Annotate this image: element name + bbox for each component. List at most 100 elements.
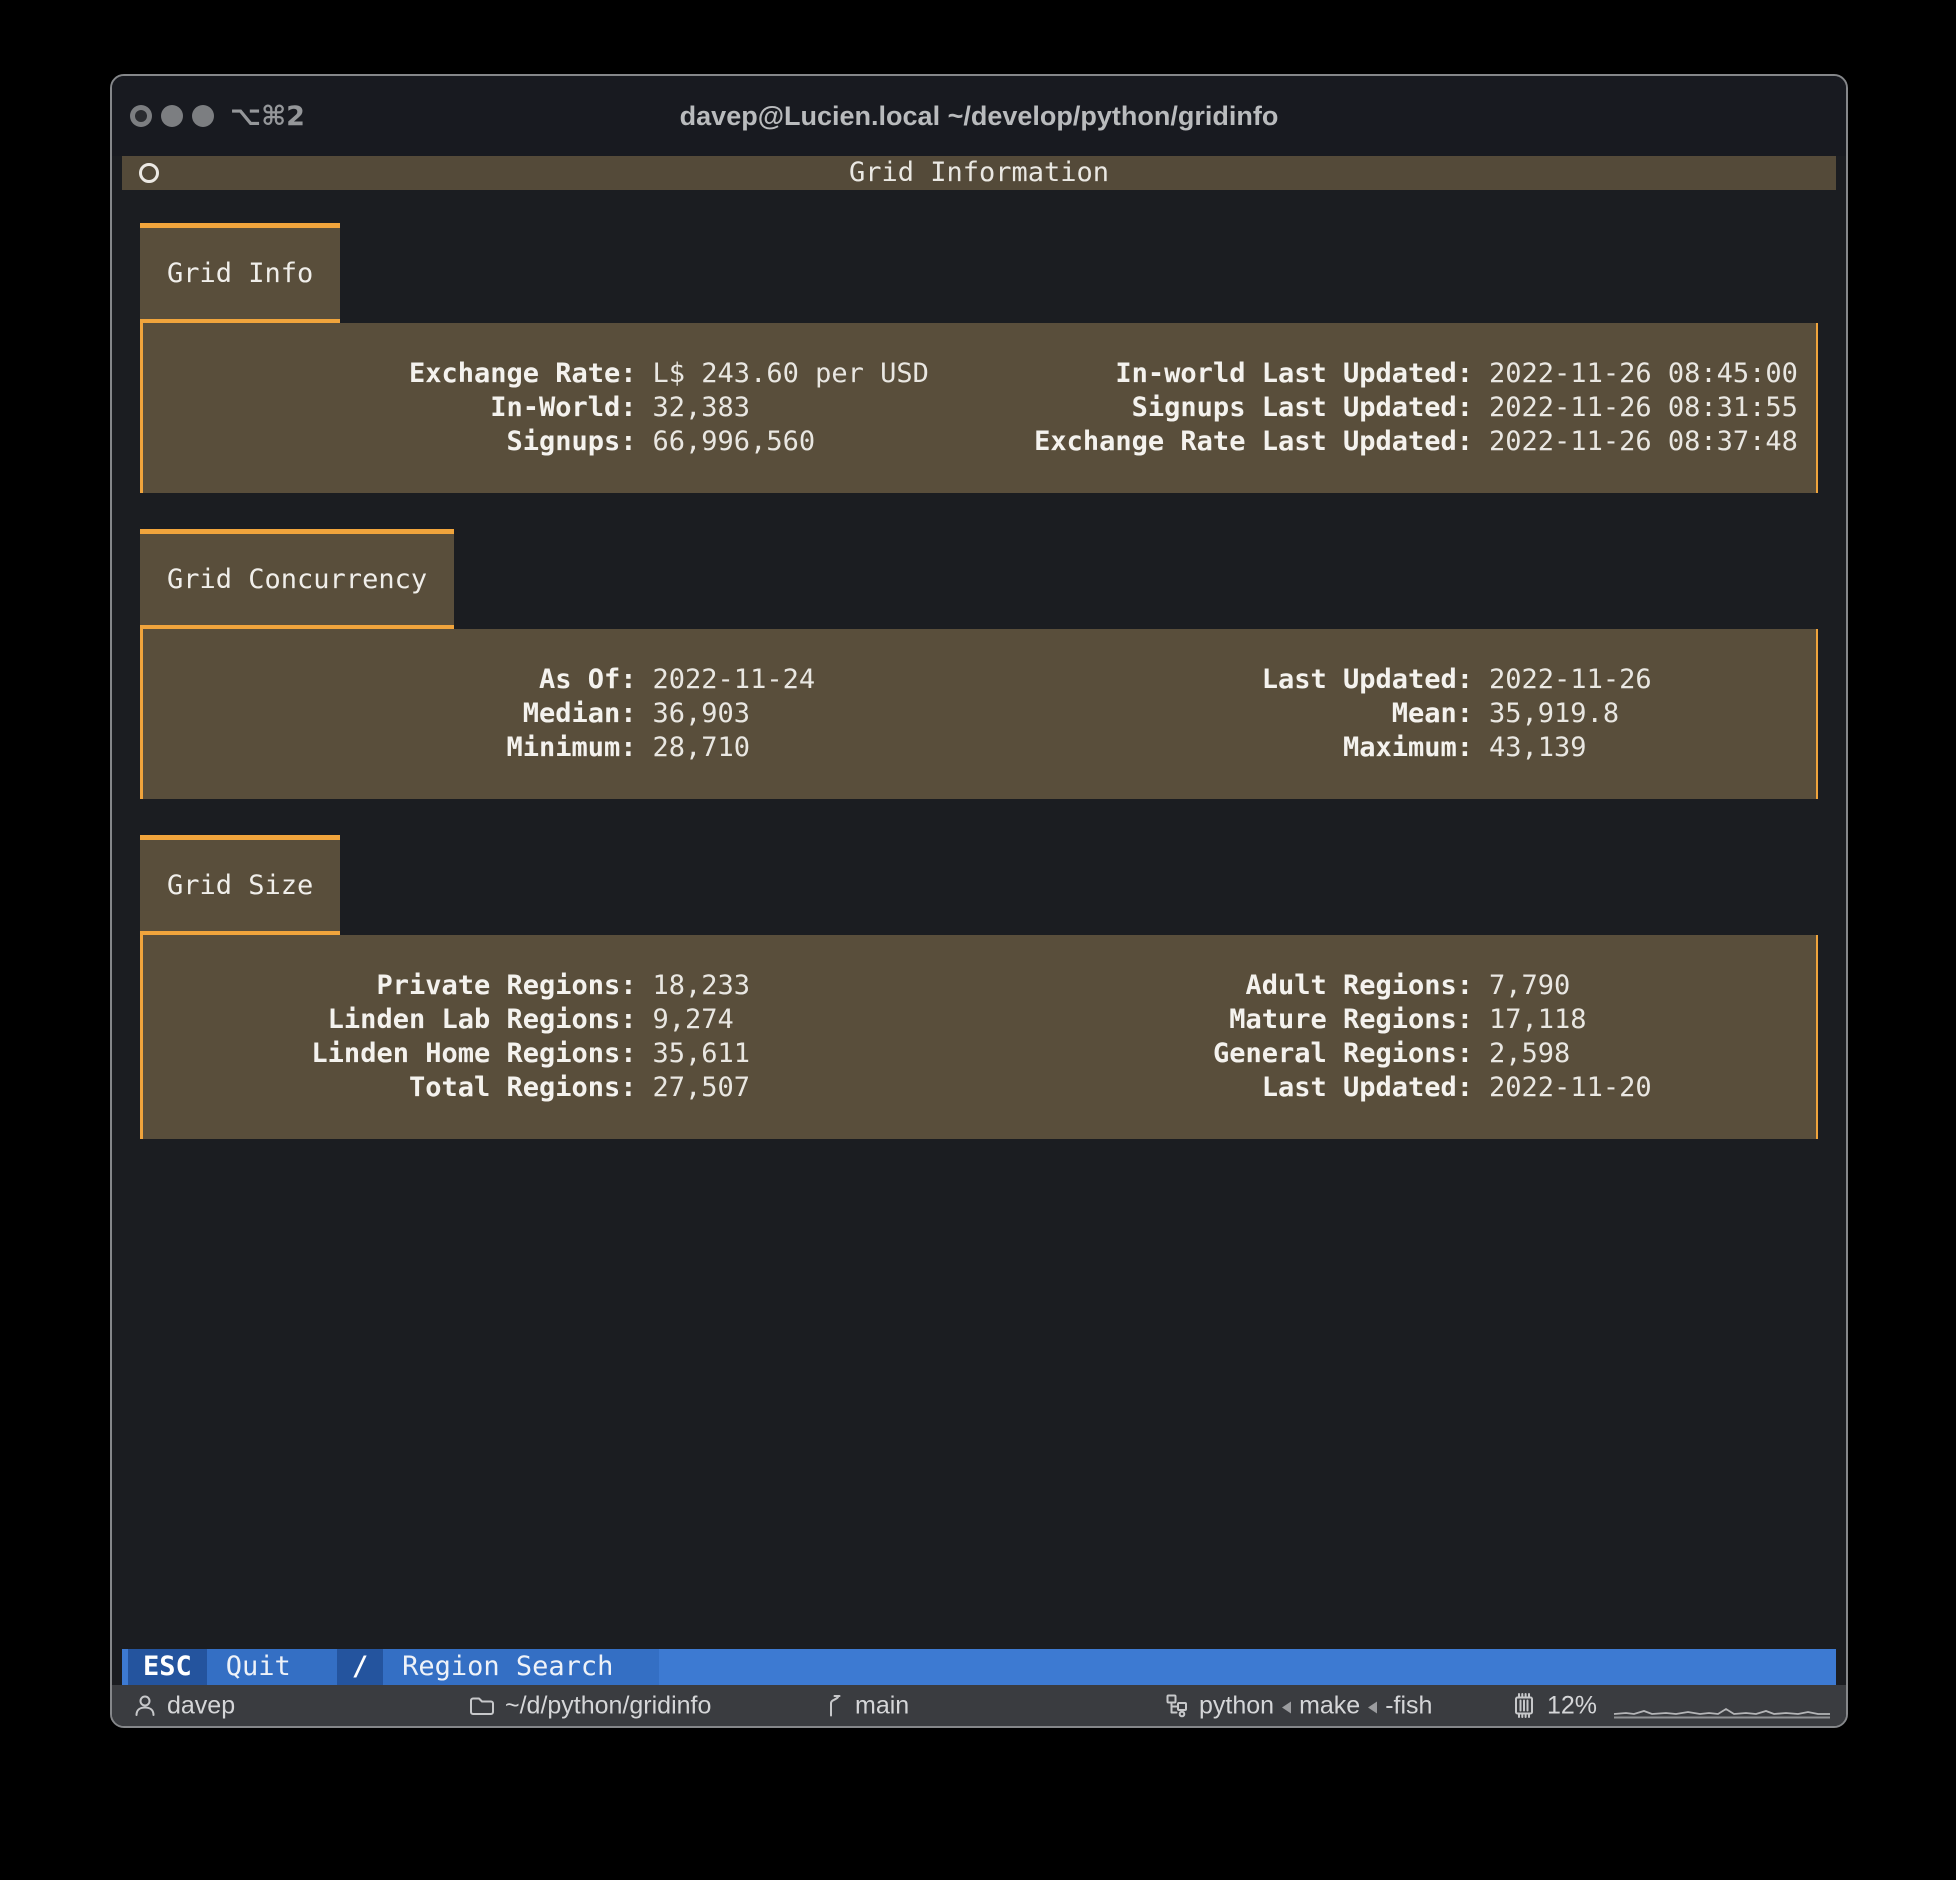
field-row-in-world-last-updated: In-world Last Updated: 2022-11-26 08:45:0… <box>980 357 1817 391</box>
statusbar-git: main <box>824 1691 909 1720</box>
field-label: Exchange Rate Last Updated: <box>980 425 1474 459</box>
panel-grid-info: Exchange Rate: L$ 243.60 per USD In-World:… <box>140 323 1818 493</box>
field-label: General Regions: <box>980 1037 1474 1071</box>
field-row-minimum: Minimum:28,710 <box>143 731 980 765</box>
field-label: In-World: <box>143 391 637 425</box>
statusbar-cpu-graph <box>1612 1690 1832 1722</box>
tab-label: Grid Size <box>167 869 313 903</box>
cpu-sparkline <box>1612 1690 1832 1722</box>
field-value: 2022-11-26 08:45:00 <box>1489 357 1798 391</box>
footer-action-region-search[interactable]: Region Search <box>383 1649 659 1685</box>
status-bar: davep ~/d/python/gridinfo main <box>112 1685 1846 1726</box>
field-label: In-world Last Updated: <box>980 357 1474 391</box>
field-row-last-updated: Last Updated: 2022-11-26 <box>980 663 1817 697</box>
field-label: Signups Last Updated: <box>980 391 1474 425</box>
field-row-exchange-rate-last-updated: Exchange Rate Last Updated:2022-11-26 08… <box>980 425 1817 459</box>
field-label: Maximum: <box>980 731 1474 765</box>
field-label: Last Updated: <box>980 663 1474 697</box>
field-value: 35,611 <box>653 1037 751 1071</box>
field-label: Linden Lab Regions: <box>143 1003 637 1037</box>
panel-section-grid-info: Grid Info Exchange Rate: L$ 243.60 per USD… <box>122 223 1836 493</box>
app-header: Grid Information <box>122 156 1836 190</box>
field-label: Linden Home Regions: <box>143 1037 637 1071</box>
field-row-exchange-rate: Exchange Rate: L$ 243.60 per USD <box>143 357 980 391</box>
process-separator-icon <box>1282 1701 1291 1713</box>
tab-grid-concurrency[interactable]: Grid Concurrency <box>140 529 454 629</box>
panel-column: Last Updated:2022-11-26Mean:35,919.8Maxi… <box>980 663 1817 765</box>
field-value: 2,598 <box>1489 1037 1570 1071</box>
field-value: 66,996,560 <box>653 425 816 459</box>
process-separator-icon <box>1368 1701 1377 1713</box>
field-label: As Of: <box>143 663 637 697</box>
field-row-signups-last-updated: Signups Last Updated: 2022-11-26 08:31:55 <box>980 391 1817 425</box>
panel-column: In-world Last Updated: 2022-11-26 08:45:0… <box>980 357 1817 459</box>
field-label: Exchange Rate: <box>143 357 637 391</box>
user-name: davep <box>167 1691 235 1720</box>
keybinding-footer: ESCQuit/Region Search <box>122 1649 1836 1685</box>
footer-key-esc[interactable]: ESC <box>128 1649 207 1685</box>
tab-grid-info[interactable]: Grid Info <box>140 223 340 323</box>
field-value: 36,903 <box>653 697 751 731</box>
field-label: Mean: <box>980 697 1474 731</box>
footer-action-quit[interactable]: Quit <box>207 1649 337 1685</box>
tab-label: Grid Info <box>167 257 313 291</box>
field-row-general-regions: General Regions: 2,598 <box>980 1037 1817 1071</box>
panel-grid-concurrency: As Of: 2022-11-24Median:36,903Minimum:28,… <box>140 629 1818 799</box>
field-row-signups: Signups: 66,996,560 <box>143 425 980 459</box>
field-value: L$ 243.60 per USD <box>653 357 929 391</box>
field-row-as-of: As Of: 2022-11-24 <box>143 663 980 697</box>
panel-column: As Of: 2022-11-24Median:36,903Minimum:28,… <box>143 663 980 765</box>
field-value: 9,274 <box>653 1003 734 1037</box>
directory-path: ~/d/python/gridinfo <box>505 1691 711 1720</box>
panel-grid-size: Private Regions:18,233Linden Lab Regions… <box>140 935 1818 1139</box>
field-row-linden-lab-regions: Linden Lab Regions: 9,274 <box>143 1003 980 1037</box>
field-value: 28,710 <box>653 731 751 765</box>
field-value: 17,118 <box>1489 1003 1587 1037</box>
statusbar-user: davep <box>132 1691 235 1720</box>
empty-area <box>122 1139 1836 1649</box>
panel-column: Adult Regions: 7,790 Mature Regions: 17,118… <box>980 969 1817 1105</box>
field-row-median: Median:36,903 <box>143 697 980 731</box>
field-label: Adult Regions: <box>980 969 1474 1003</box>
process-list: pythonmake-fish <box>1199 1691 1432 1720</box>
panel-column: Exchange Rate: L$ 243.60 per USD In-World:… <box>143 357 980 459</box>
process-name: python <box>1199 1691 1274 1719</box>
field-value: 2022-11-20 <box>1489 1071 1652 1105</box>
terminal-window: ⌥⌘2 davep@Lucien.local ~/develop/python/… <box>110 74 1848 1728</box>
cpu-percentage: 12% <box>1547 1691 1597 1720</box>
window-title: davep@Lucien.local ~/develop/python/grid… <box>112 76 1846 156</box>
field-value: 2022-11-24 <box>653 663 816 697</box>
field-label: Private Regions: <box>143 969 637 1003</box>
git-branch-icon <box>824 1693 846 1719</box>
terminal-content: Grid Information Grid Info Exchange Rate:… <box>112 156 1846 1685</box>
statusbar-cpu: 12% <box>1510 1691 1597 1720</box>
tab-label: Grid Concurrency <box>167 563 427 597</box>
field-value: 7,790 <box>1489 969 1570 1003</box>
field-value: 2022-11-26 <box>1489 663 1652 697</box>
field-row-adult-regions: Adult Regions: 7,790 <box>980 969 1817 1003</box>
processes-icon <box>1164 1693 1190 1719</box>
field-row-private-regions: Private Regions: 18,233 <box>143 969 980 1003</box>
field-row-linden-home-regions: Linden Home Regions: 35,611 <box>143 1037 980 1071</box>
field-row-mature-regions: Mature Regions: 17,118 <box>980 1003 1817 1037</box>
field-row-maximum: Maximum: 43,139 <box>980 731 1817 765</box>
tab-grid-size[interactable]: Grid Size <box>140 835 340 935</box>
window-titlebar: ⌥⌘2 davep@Lucien.local ~/develop/python/… <box>112 76 1846 156</box>
field-label: Signups: <box>143 425 637 459</box>
field-label: Mature Regions: <box>980 1003 1474 1037</box>
process-name: -fish <box>1385 1691 1432 1719</box>
statusbar-processes: pythonmake-fish <box>1164 1691 1432 1720</box>
field-value: 35,919.8 <box>1489 697 1619 731</box>
field-label: Last Updated: <box>980 1071 1474 1105</box>
footer-key-[interactable]: / <box>337 1649 383 1685</box>
panel-column: Private Regions:18,233Linden Lab Regions… <box>143 969 980 1105</box>
panel-sections: Grid Info Exchange Rate: L$ 243.60 per USD… <box>122 190 1836 1139</box>
app-title: Grid Information <box>849 156 1109 190</box>
panel-section-grid-concurrency: Grid Concurrency As Of: 2022-11-24Median:3… <box>122 529 1836 799</box>
field-value: 43,139 <box>1489 731 1587 765</box>
field-value: 18,233 <box>653 969 751 1003</box>
circle-icon <box>139 163 159 183</box>
user-icon <box>132 1693 158 1719</box>
field-value: 2022-11-26 08:31:55 <box>1489 391 1798 425</box>
field-label: Total Regions: <box>143 1071 637 1105</box>
